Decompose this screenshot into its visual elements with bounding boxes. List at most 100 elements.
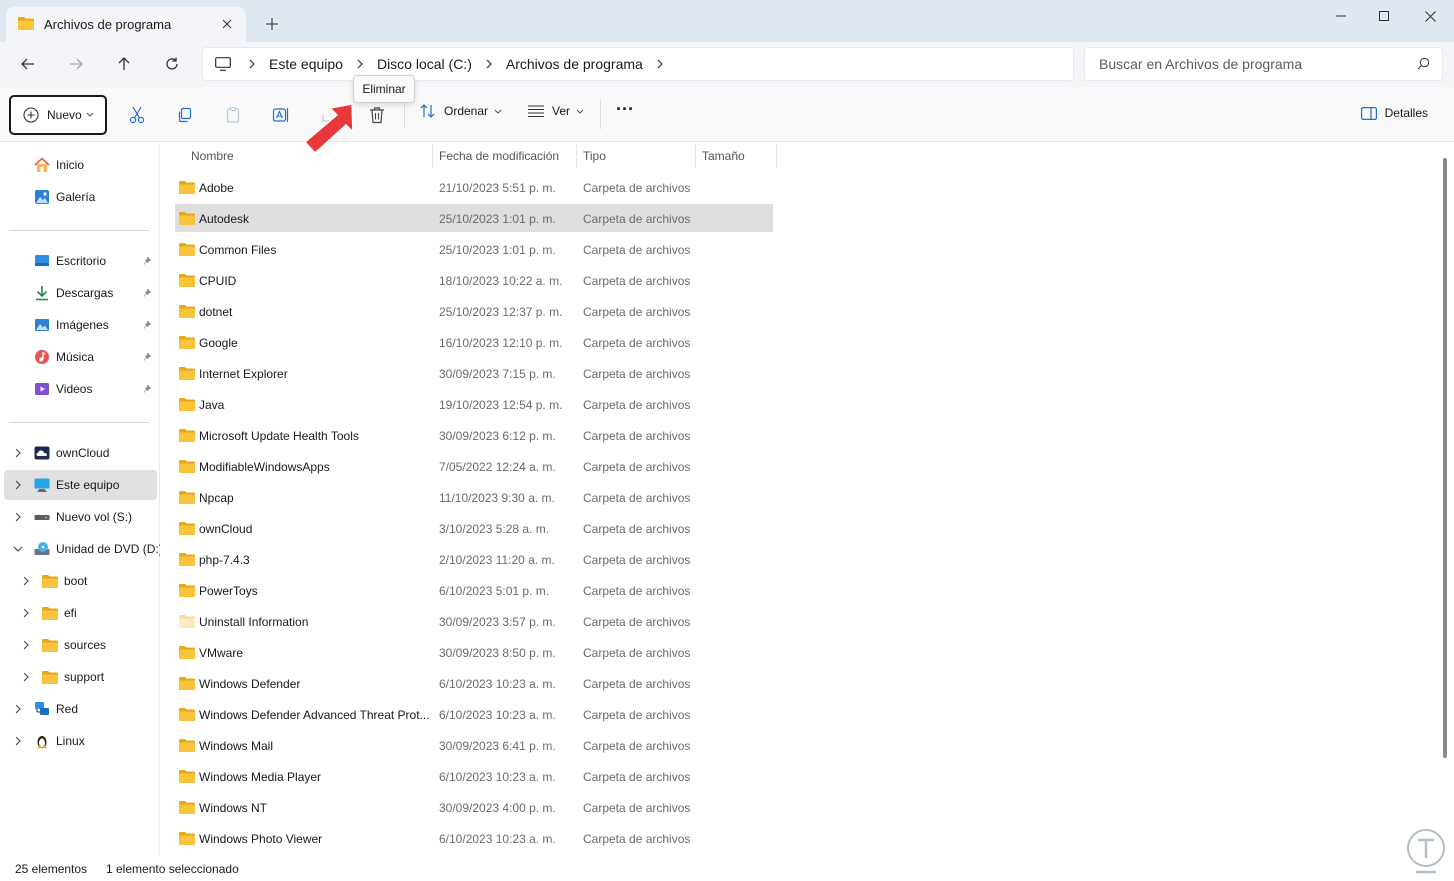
file-row[interactable]: Windows Mail 30/09/2023 6:41 p. m. Carpeta… (175, 731, 773, 759)
file-row[interactable]: Adobe 21/10/2023 5:51 p. m. Carpeta de arc… (175, 173, 773, 201)
breadcrumb-archivos-de-programa[interactable]: Archivos de programa (506, 56, 643, 72)
chevron-right-icon[interactable] (12, 703, 24, 715)
computer-icon[interactable] (215, 57, 231, 71)
folder-icon (179, 769, 195, 786)
chevron-right-icon[interactable] (20, 607, 32, 619)
file-name: php-7.4.3 (199, 553, 250, 567)
sidebar-item-este-equipo[interactable]: Este equipo (4, 470, 157, 500)
column-header-size[interactable]: Tamaño (696, 143, 777, 169)
file-row[interactable]: Google 16/10/2023 12:10 p. m. Carpeta de a… (175, 328, 773, 356)
file-row[interactable]: Uninstall Information 30/09/2023 3:57 p. … (175, 607, 773, 635)
address-bar[interactable]: Este equipo Disco local (C:) Archivos de… (202, 47, 1074, 81)
sidebar-item-unidad-de-dvd-d[interactable]: Unidad de DVD (D:) (4, 534, 163, 564)
file-row[interactable]: ModifiableWindowsApps 7/05/2022 12:24 a. … (175, 452, 773, 480)
forward-icon[interactable] (62, 52, 90, 76)
close-tab-icon[interactable] (218, 15, 236, 33)
cut-icon[interactable] (125, 103, 149, 127)
sidebar-item-nuevo-vol-s[interactable]: Nuevo vol (S:) (4, 502, 157, 532)
chevron-right-icon[interactable] (20, 575, 32, 587)
tab-archivos-de-programa[interactable]: Archivos de programa (6, 7, 246, 42)
chevron-down-icon (86, 112, 94, 117)
chevron-right-icon[interactable] (12, 479, 24, 491)
folder-icon (179, 583, 195, 600)
sidebar-divider (10, 230, 149, 231)
sidebar-item-imágenes[interactable]: Imágenes (4, 310, 157, 340)
minimize-icon[interactable] (1318, 4, 1364, 28)
search-box[interactable] (1084, 47, 1443, 81)
file-row[interactable]: Windows Media Player 6/10/2023 10:23 a. m… (175, 762, 773, 790)
file-name: Adobe (199, 181, 234, 195)
back-icon[interactable] (14, 52, 42, 76)
paste-icon[interactable] (221, 103, 245, 127)
file-row[interactable]: VMware 30/09/2023 8:50 p. m. Carpeta de ar… (175, 638, 773, 666)
folder-icon (179, 304, 195, 321)
sidebar-item-label: efi (64, 606, 77, 620)
download-icon (34, 285, 50, 301)
column-header-type[interactable]: Tipo (577, 143, 696, 169)
rename-icon[interactable] (269, 103, 293, 127)
cloud-icon (34, 445, 50, 461)
sidebar-item-linux[interactable]: Linux (4, 726, 157, 756)
file-row[interactable]: ownCloud 3/10/2023 5:28 a. m. Carpeta de a… (175, 514, 773, 542)
delete-icon[interactable] (365, 103, 389, 127)
sidebar-item-galería[interactable]: Galería (4, 182, 157, 212)
chevron-right-icon[interactable] (20, 671, 32, 683)
refresh-icon[interactable] (158, 52, 186, 76)
file-row[interactable]: Common Files 25/10/2023 1:01 p. m. Carpeta… (175, 235, 773, 263)
folder-icon (42, 573, 58, 589)
copy-icon[interactable] (173, 103, 197, 127)
sidebar-item-descargas[interactable]: Descargas (4, 278, 157, 308)
sidebar-item-support[interactable]: support (4, 662, 157, 692)
up-icon[interactable] (110, 52, 138, 76)
view-button[interactable]: Ver (528, 104, 584, 118)
sidebar-item-música[interactable]: Música (4, 342, 157, 372)
file-row[interactable]: Windows Photo Viewer 6/10/2023 10:23 a. m… (175, 824, 773, 852)
sort-button[interactable]: Ordenar (420, 104, 502, 118)
file-row[interactable]: Npcap 11/10/2023 9:30 a. m. Carpeta de arc… (175, 483, 773, 511)
search-icon[interactable] (1417, 57, 1430, 73)
details-button[interactable]: Detalles (1360, 106, 1428, 120)
chevron-right-icon[interactable] (657, 59, 663, 69)
new-tab-icon[interactable] (262, 14, 282, 34)
file-row[interactable]: Microsoft Update Health Tools 30/09/2023 … (175, 421, 773, 449)
column-header-modified[interactable]: Fecha de modificación (433, 143, 577, 169)
file-row[interactable]: Java 19/10/2023 12:54 p. m. Carpeta de arc… (175, 390, 773, 418)
close-window-icon[interactable] (1407, 4, 1453, 28)
more-options-button[interactable]: ··· (616, 99, 634, 120)
file-row[interactable]: Windows Defender Advanced Threat Prot...… (175, 700, 773, 728)
details-pane-icon (1360, 106, 1377, 120)
sidebar-item-owncloud[interactable]: ownCloud (4, 438, 157, 468)
sidebar-item-videos[interactable]: Videos (4, 374, 157, 404)
file-row[interactable]: php-7.4.3 2/10/2023 11:20 a. m. Carpeta de… (175, 545, 773, 573)
sidebar-item-inicio[interactable]: Inicio (4, 150, 157, 180)
new-button[interactable]: Nuevo (9, 95, 107, 135)
sidebar-item-red[interactable]: Red (4, 694, 157, 724)
sidebar-item-efi[interactable]: efi (4, 598, 157, 628)
search-input[interactable] (1099, 56, 1399, 72)
breadcrumb-disco-local[interactable]: Disco local (C:) (377, 56, 472, 72)
chevron-right-icon[interactable] (249, 59, 255, 69)
file-name: Windows Photo Viewer (199, 832, 323, 846)
sidebar-item-boot[interactable]: boot (4, 566, 157, 596)
file-row[interactable]: dotnet 25/10/2023 12:37 p. m. Carpeta de a… (175, 297, 773, 325)
chevron-down-icon[interactable] (12, 543, 24, 555)
file-row[interactable]: CPUID 18/10/2023 10:22 a. m. Carpeta de ar… (175, 266, 773, 294)
file-row[interactable]: Windows NT 30/09/2023 4:00 p. m. Carpeta d… (175, 793, 773, 821)
sidebar-item-sources[interactable]: sources (4, 630, 157, 660)
file-type: Carpeta de archivos (583, 739, 691, 753)
maximize-icon[interactable] (1361, 4, 1407, 28)
chevron-right-icon[interactable] (20, 639, 32, 651)
linux-icon (34, 733, 50, 749)
chevron-right-icon[interactable] (12, 735, 24, 747)
file-row[interactable]: Windows Defender 6/10/2023 10:23 a. m. Car… (175, 669, 773, 697)
file-row[interactable]: PowerToys 6/10/2023 5:01 p. m. Carpeta de … (175, 576, 773, 604)
chevron-right-icon[interactable] (486, 59, 492, 69)
chevron-right-icon[interactable] (12, 511, 24, 523)
sidebar-item-escritorio[interactable]: Escritorio (4, 246, 157, 276)
vertical-scrollbar[interactable] (1443, 158, 1447, 758)
file-row[interactable]: Autodesk 25/10/2023 1:01 p. m. Carpeta de … (175, 204, 773, 232)
breadcrumb-este-equipo[interactable]: Este equipo (269, 56, 343, 72)
chevron-right-icon[interactable] (12, 447, 24, 459)
chevron-right-icon[interactable] (357, 59, 363, 69)
file-row[interactable]: Internet Explorer 30/09/2023 7:15 p. m. Ca… (175, 359, 773, 387)
